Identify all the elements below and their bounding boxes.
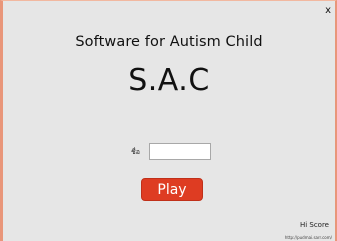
close-icon[interactable]: x	[325, 6, 331, 16]
app-title: Software for Autism Child	[75, 34, 263, 50]
app-logo: S.A.C	[128, 63, 210, 98]
play-button[interactable]: Play	[141, 178, 203, 201]
name-label: ชื่อ	[131, 148, 140, 156]
name-input[interactable]	[149, 143, 211, 160]
app-window: x Software for Autism Child S.A.C ชื่อ P…	[0, 0, 337, 241]
footer-url: http://pudmai.sarr.com/	[284, 235, 332, 240]
hi-score-link[interactable]: Hi Score	[300, 221, 329, 229]
